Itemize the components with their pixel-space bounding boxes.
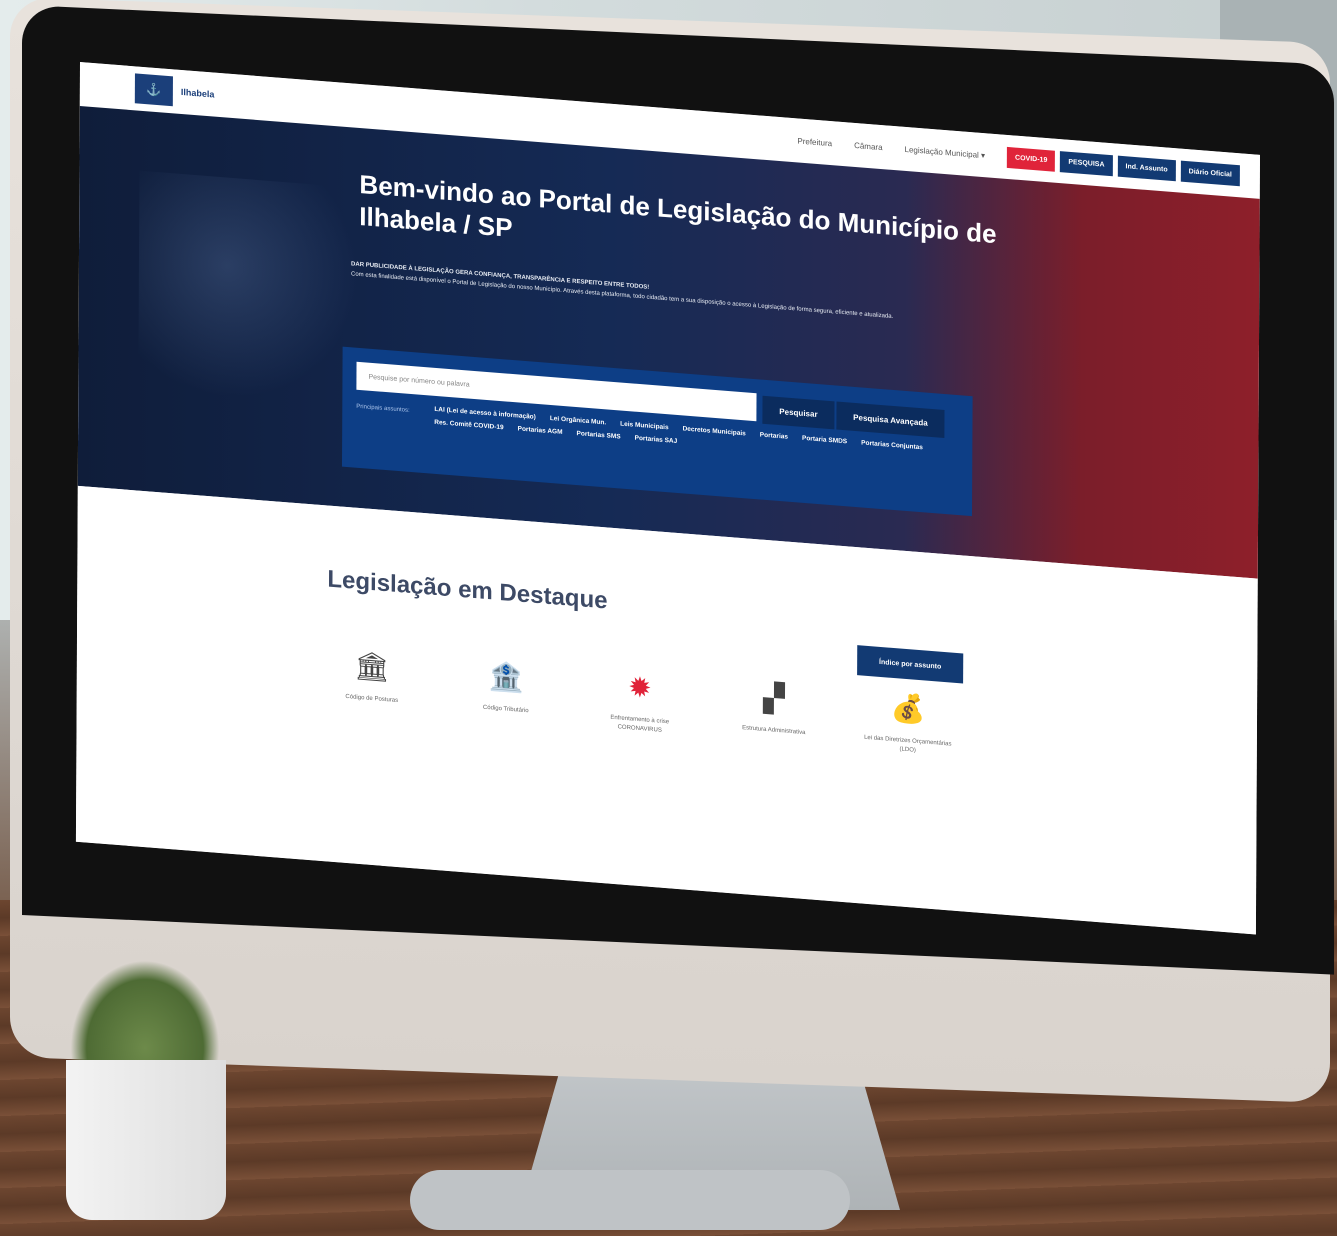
org-chart-icon: ▞	[763, 681, 785, 714]
topic-link[interactable]: Portarias SAJ	[635, 435, 678, 445]
ind-assunto-button[interactable]: Ind. Assunto	[1117, 155, 1176, 181]
highlight-label: Código Tributário	[482, 704, 529, 715]
topics-label: Principais assuntos:	[356, 403, 410, 414]
logo-text: Ilhabela	[180, 86, 215, 100]
highlight-label: Código de Posturas	[345, 693, 399, 705]
diario-oficial-button[interactable]: Diário Oficial	[1180, 160, 1240, 186]
topic-link[interactable]: Res. Comitê COVID-19	[434, 419, 503, 431]
nav-link-camara[interactable]: Câmara	[854, 140, 882, 151]
bank-dollar-icon: 🏦	[488, 659, 524, 694]
search-input[interactable]: Pesquise por número ou palavra	[356, 361, 757, 422]
section-title: Legislação em Destaque	[327, 565, 608, 615]
plant	[70, 960, 220, 1070]
money-bag-icon: 💰	[890, 691, 926, 726]
pesquisa-button[interactable]: PESQUISA	[1060, 150, 1113, 176]
topic-link[interactable]: Portaria SMDS	[802, 435, 847, 446]
topic-link[interactable]: Lei Orgânica Mun.	[550, 415, 606, 426]
nav-buttons: COVID-19 PESQUISA Ind. Assunto Diário Of…	[1007, 146, 1240, 186]
topic-link[interactable]: Portarias SMS	[577, 430, 621, 440]
highlight-label: Enfrentamento à crise CORONAVIRUS	[610, 714, 670, 734]
monitor-stand-base	[410, 1170, 850, 1230]
plant-pot	[66, 1060, 226, 1220]
search-panel: Pesquise por número ou palavra Pesquisar…	[341, 346, 973, 517]
index-button[interactable]: Índice por assunto	[857, 645, 964, 684]
topic-link[interactable]: Portarias Conjuntas	[861, 439, 923, 451]
highlight-item[interactable]: 🏦 Código Tributário	[461, 656, 551, 727]
highlight-item[interactable]: ▞ Estrutura Administrativa	[729, 677, 819, 748]
topic-link[interactable]: Leis Municipais	[620, 421, 668, 432]
search-button[interactable]: Pesquisar	[762, 395, 835, 430]
highlight-item[interactable]: ✹ Enfrentamento à crise CORONAVIRUS	[595, 667, 685, 738]
covid-button[interactable]: COVID-19	[1007, 146, 1056, 172]
nav-link-prefeitura[interactable]: Prefeitura	[797, 136, 832, 148]
highlight-label: Lei das Diretrizes Orçamentárias (LDO)	[864, 734, 952, 754]
topic-link[interactable]: LAI (Lei de acesso à informação)	[434, 406, 536, 421]
virus-icon: ✹	[628, 670, 652, 704]
hero-bokeh	[138, 170, 360, 408]
bank-icon: 🏛	[354, 649, 390, 683]
nav-link-legislacao[interactable]: Legislação Municipal ▾	[905, 144, 986, 159]
topic-link[interactable]: Portarias AGM	[518, 425, 563, 436]
topic-link[interactable]: Portarias	[760, 431, 788, 440]
advanced-search-button[interactable]: Pesquisa Avançada	[836, 401, 945, 439]
screen: ⚓ Ilhabela Prefeitura Câmara Legislação …	[75, 62, 1260, 935]
highlight-item[interactable]: 💰 Lei das Diretrizes Orçamentárias (LDO)	[863, 688, 953, 759]
crest-icon: ⚓	[146, 82, 162, 98]
topic-link[interactable]: Decretos Municipais	[683, 425, 746, 437]
logo[interactable]: ⚓	[134, 73, 173, 107]
highlight-item[interactable]: 🏛 Código de Posturas	[327, 645, 417, 716]
highlight-label: Estrutura Administrativa	[742, 725, 806, 737]
